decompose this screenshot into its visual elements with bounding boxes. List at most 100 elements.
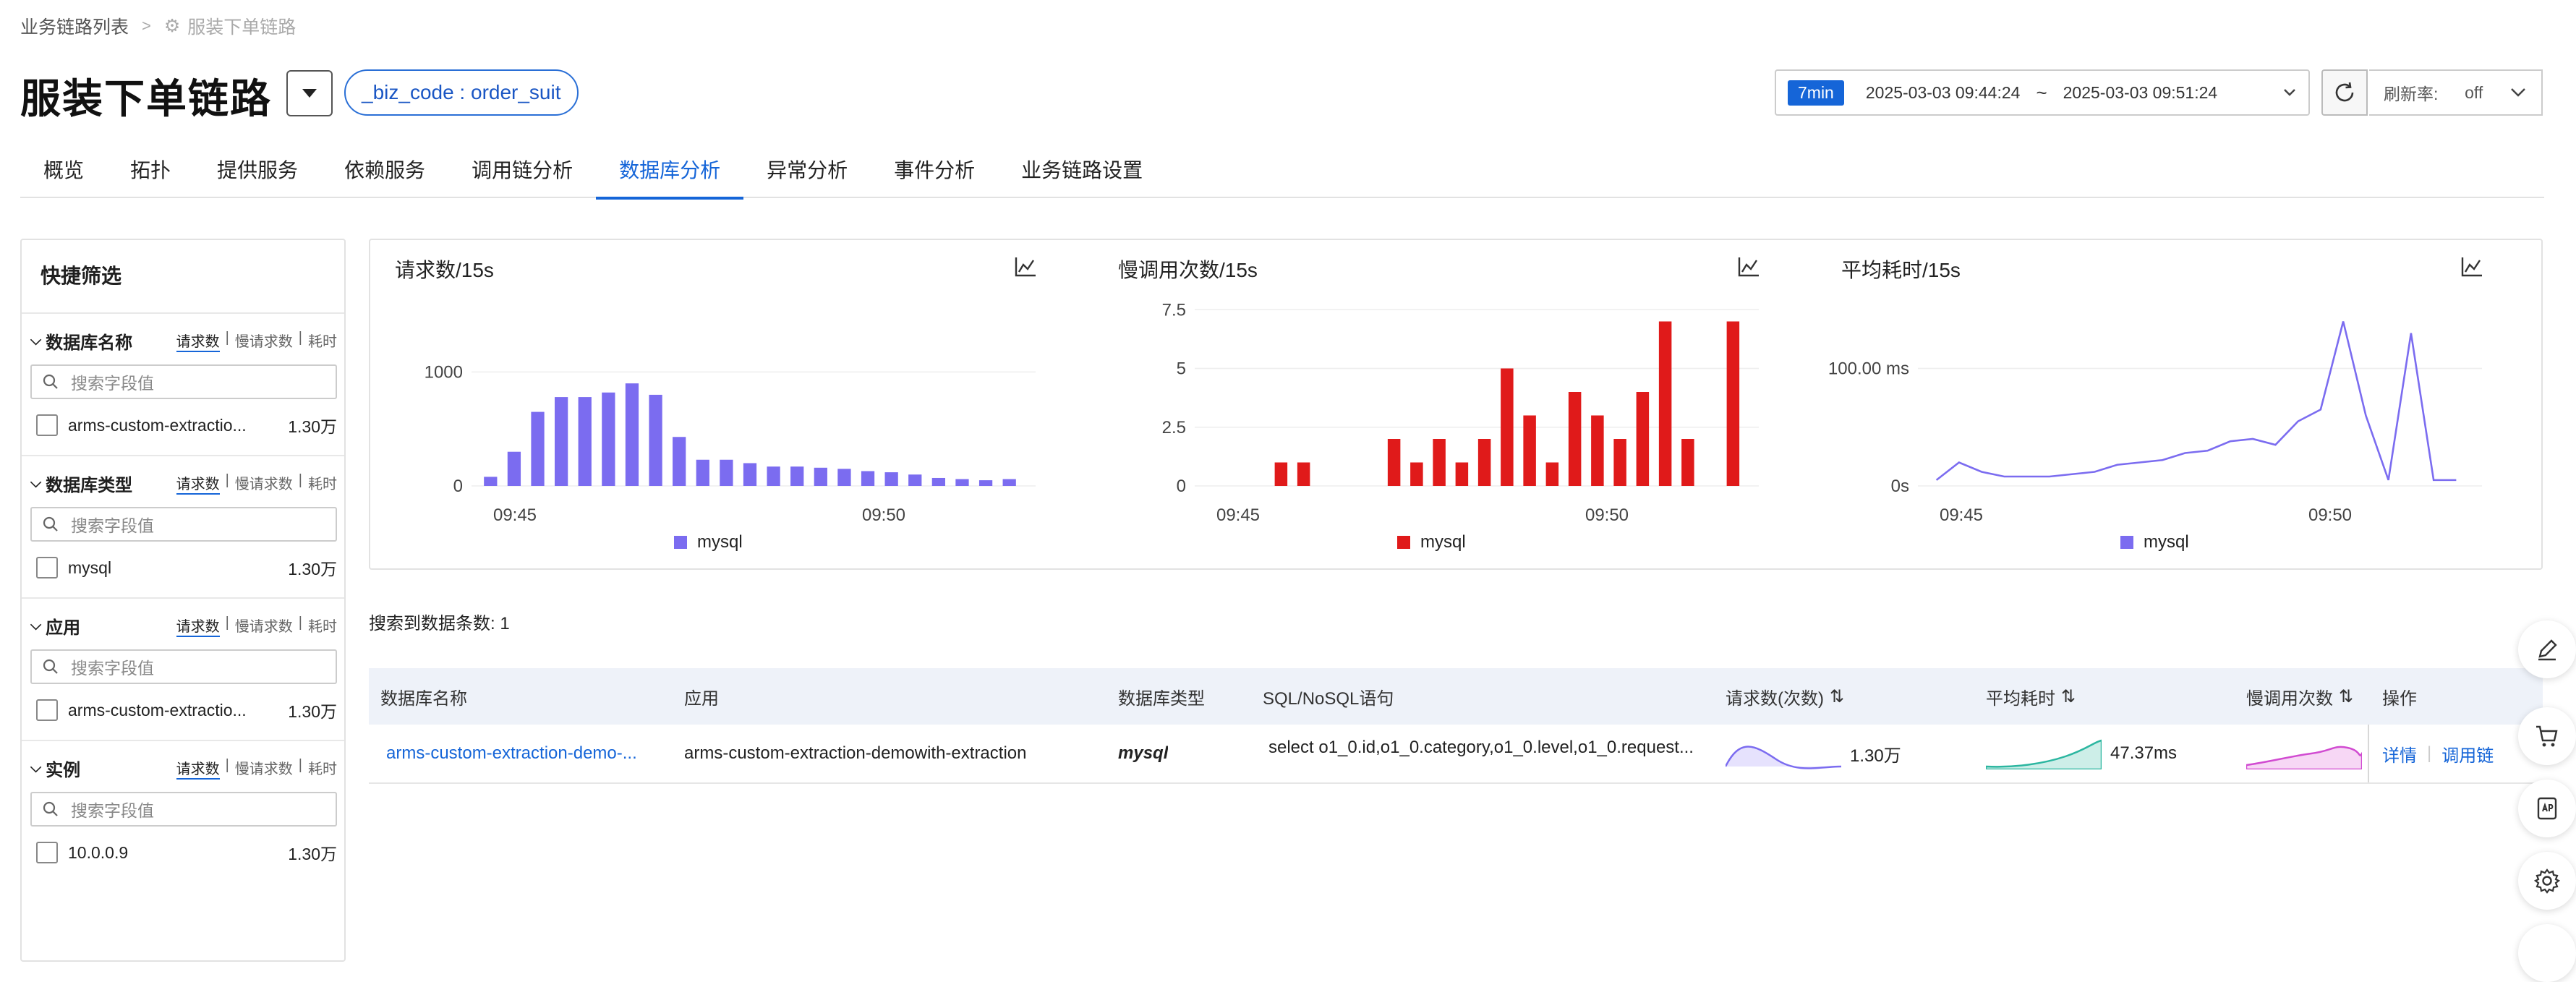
filter-section-header[interactable]: ⌵ 应用 <box>30 613 80 639</box>
filter-mode-2[interactable]: 耗时 <box>308 615 337 637</box>
chevron-down-icon: ⌵ <box>30 760 42 776</box>
edit-float-button[interactable] <box>2518 620 2576 678</box>
slow-calls-cell <box>2246 738 2362 769</box>
checkbox[interactable] <box>36 414 58 436</box>
filter-section-label: 数据库类型 <box>46 476 133 495</box>
filter-section-header[interactable]: ⌵ 数据库类型 <box>30 471 132 496</box>
bar <box>1568 392 1582 486</box>
checkbox[interactable] <box>36 699 58 721</box>
header-requests[interactable]: 请求数(次数) ⇅ <box>1726 684 1844 709</box>
checkbox[interactable] <box>36 842 58 863</box>
filter-search-input[interactable]: 搜索字段值 <box>30 364 337 399</box>
bar <box>790 466 804 486</box>
filter-option[interactable]: arms-custom-extractio... 1.30万 <box>30 412 337 438</box>
header-avg-latency[interactable]: 平均耗时 ⇅ <box>1986 684 2076 709</box>
bar <box>555 397 568 486</box>
filter-search-input[interactable]: 搜索字段值 <box>30 507 337 542</box>
filter-mode-switch: 请求数 | 慢请求数 | 耗时 <box>176 757 337 780</box>
link-switch-button[interactable] <box>286 70 333 116</box>
filter-mode-1[interactable]: 慢请求数 <box>235 330 293 352</box>
tab-0[interactable]: 概览 <box>20 155 107 198</box>
filter-mode-2[interactable]: 耗时 <box>308 330 337 352</box>
biz-code-tag[interactable]: _biz_code : order_suit <box>344 69 579 116</box>
bar <box>931 477 945 486</box>
line-chart-icon[interactable] <box>1737 256 1760 278</box>
legend-swatch <box>2120 536 2133 549</box>
filter-mode-2[interactable]: 耗时 <box>308 472 337 495</box>
api-doc-icon <box>2537 797 2557 820</box>
charts-panel: 请求数/15s 0 1000 09:45 09:50 mysql 慢调用次数/15s 0 2.5… <box>369 239 2543 570</box>
filter-mode-0[interactable]: 请求数 <box>176 615 220 637</box>
search-placeholder: 搜索字段值 <box>71 516 154 535</box>
filter-option[interactable]: 10.0.0.9 1.30万 <box>30 840 337 866</box>
filter-mode-0[interactable]: 请求数 <box>176 757 220 780</box>
tab-4[interactable]: 调用链分析 <box>448 155 596 198</box>
gear-icon <box>2533 868 2561 894</box>
filter-mode-2[interactable]: 耗时 <box>308 757 337 780</box>
page-title: 服装下单链路 <box>20 76 272 121</box>
line-chart-icon[interactable] <box>1014 256 1037 278</box>
chart-plot: 0 1000 09:45 09:50 <box>425 362 1036 522</box>
filter-section-header[interactable]: ⌵ 实例 <box>30 756 80 781</box>
chart-title: 慢调用次数/15s <box>1118 259 1258 281</box>
tab-8[interactable]: 业务链路设置 <box>998 155 1166 198</box>
tab-1[interactable]: 拓扑 <box>107 155 194 198</box>
db-name-link[interactable]: arms-custom-extraction-demo-... <box>386 743 675 764</box>
filter-mode-1[interactable]: 慢请求数 <box>235 757 293 780</box>
tab-3[interactable]: 依赖服务 <box>321 155 448 198</box>
chevron-down-icon: ⌵ <box>30 333 42 349</box>
tab-6[interactable]: 异常分析 <box>743 155 871 198</box>
cart-float-button[interactable] <box>2518 707 2576 765</box>
breadcrumb-root[interactable]: 业务链路列表 <box>20 13 129 39</box>
bar <box>1433 439 1446 486</box>
chart-legend[interactable]: mysql <box>674 532 743 552</box>
filter-option[interactable]: arms-custom-extractio... 1.30万 <box>30 697 337 723</box>
tab-5[interactable]: 数据库分析 <box>596 155 744 200</box>
sql-statement[interactable]: select o1_0.id,o1_0.category,o1_0.level,… <box>1268 738 1717 758</box>
legend-swatch <box>674 536 687 549</box>
header-slow-calls[interactable]: 慢调用次数 ⇅ <box>2246 684 2353 709</box>
tab-bar: 概览 拓扑 提供服务 依赖服务 调用链分析 数据库分析 异常分析 事件分析 业务链路设置 <box>20 155 2544 200</box>
table-header: 数据库名称 应用 数据库类型 SQL/NoSQL语句 请求数(次数) ⇅ 平均耗时… <box>369 668 2543 725</box>
bar <box>1523 415 1536 486</box>
filter-mode-0[interactable]: 请求数 <box>176 330 220 352</box>
bar <box>884 472 898 486</box>
trace-link[interactable]: 调用链 <box>2441 741 2494 767</box>
refresh-button[interactable] <box>2321 69 2368 116</box>
api-float-button[interactable] <box>2518 780 2576 837</box>
chart-legend[interactable]: mysql <box>1397 532 1466 552</box>
checkbox[interactable] <box>36 557 58 578</box>
filter-mode-switch: 请求数 | 慢请求数 | 耗时 <box>176 472 337 495</box>
tab-7[interactable]: 事件分析 <box>871 155 998 198</box>
more-float-button[interactable] <box>2518 924 2576 982</box>
filter-option[interactable]: mysql 1.30万 <box>30 555 337 581</box>
filter-search-input[interactable]: 搜索字段值 <box>30 649 337 684</box>
refresh-rate-select[interactable]: 刷新率: off <box>2369 69 2543 116</box>
tab-2[interactable]: 提供服务 <box>194 155 321 198</box>
filter-option-label: arms-custom-extractio... <box>68 700 247 720</box>
time-range-picker[interactable]: 7min 2025-03-03 09:44:24 ~ 2025-03-03 09… <box>1775 69 2310 116</box>
filter-mode-1[interactable]: 慢请求数 <box>235 615 293 637</box>
chart-plot: 0 2.5 5 7.5 09:45 09:50 <box>1162 300 1759 522</box>
filter-section: ⌵ 应用 请求数 | 慢请求数 | 耗时 搜索字段值 arms-custom-extractio… <box>22 597 344 740</box>
db-type: mysql <box>1118 743 1169 763</box>
breadcrumb: 业务链路列表 > ⚙ 服装下单链路 <box>20 13 296 39</box>
y-tick-label: 5 <box>1177 359 1186 379</box>
filter-section-header[interactable]: ⌵ 数据库名称 <box>30 328 132 354</box>
line-chart-icon[interactable] <box>2460 256 2483 278</box>
time-end: 2025-03-03 09:51:24 <box>2063 82 2218 102</box>
bar <box>484 477 498 486</box>
search-icon <box>43 374 58 389</box>
chart-legend[interactable]: mysql <box>2120 532 2189 552</box>
filter-mode-1[interactable]: 慢请求数 <box>235 472 293 495</box>
bar <box>673 437 686 486</box>
x-tick-label: 09:45 <box>493 505 537 522</box>
filter-mode-0[interactable]: 请求数 <box>176 472 220 495</box>
filter-option-count: 1.30万 <box>288 417 337 436</box>
chevron-right-icon: > <box>142 17 151 35</box>
bar <box>1410 462 1423 486</box>
chart-0: 请求数/15s 0 1000 09:45 09:50 mysql <box>370 240 1093 565</box>
settings-float-button[interactable] <box>2518 852 2576 910</box>
filter-search-input[interactable]: 搜索字段值 <box>30 792 337 827</box>
detail-link[interactable]: 详情 <box>2382 741 2417 767</box>
